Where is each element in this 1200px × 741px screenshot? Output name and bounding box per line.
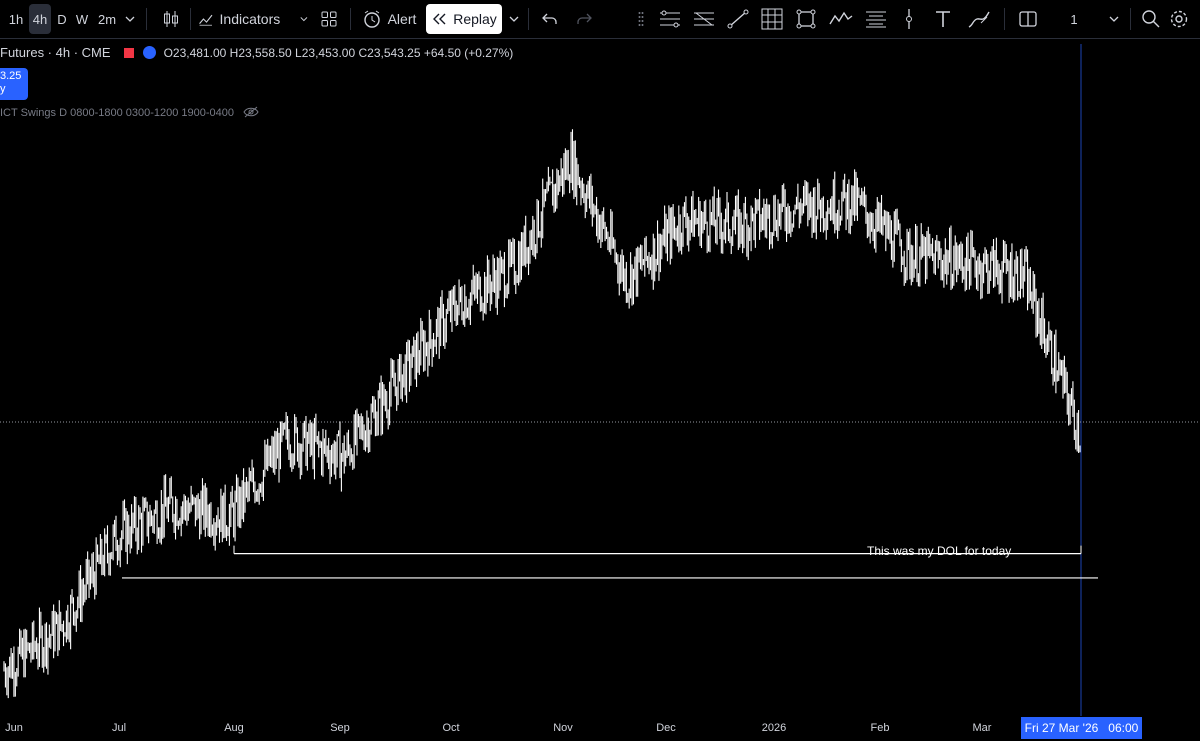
replay-badge-icon [143, 46, 157, 59]
timeframe-4h[interactable]: 4h [29, 4, 51, 34]
time-axis-label: 2026 [761, 722, 787, 734]
search-icon [1142, 10, 1160, 28]
pen-icon [968, 11, 990, 28]
time-axis-label: Nov [553, 722, 573, 734]
indicators-label: Indicators [219, 11, 281, 27]
time-axis-label: Jun [5, 722, 23, 734]
text-tool-button[interactable] [930, 4, 956, 34]
rewind-icon [433, 13, 446, 25]
time-axis-label: Mar [972, 722, 992, 734]
high-label: H [229, 46, 239, 60]
time-axis-label: Jul [111, 722, 127, 734]
price-chart[interactable] [0, 39, 1200, 741]
trend-line-button[interactable] [724, 4, 752, 34]
open-value: 23,481.00 [172, 46, 227, 60]
zigzag-icon [829, 11, 853, 25]
timeframe-2m-label: 2m [97, 11, 117, 27]
indicator-name: ICT Swings D 0800-1800 0300-1200 1900-04… [0, 107, 235, 119]
price-tag-sub: y [0, 83, 6, 95]
change-value: +64.50 (+0.27%) [423, 46, 514, 60]
crosshair-date-label: Fri 27 Mar '26 06:00 [1021, 717, 1142, 739]
low-value: 23,453.00 [301, 46, 356, 60]
undo-button[interactable] [538, 4, 562, 34]
symbol-name: Futures · 4h · CME [0, 45, 111, 60]
settings-button[interactable] [1166, 4, 1192, 34]
split-layout-icon [1019, 11, 1037, 27]
top-toolbar: 1h 4h D W 2m Indicators Alert Replay 1 [0, 0, 1200, 39]
trend-line-icon [727, 9, 749, 29]
fib-retracement-icon [660, 10, 680, 28]
timeframe-2m[interactable]: 2m [94, 4, 120, 34]
rectangle-tool-button[interactable] [792, 4, 820, 34]
draw-tool-button[interactable] [964, 4, 994, 34]
timeframe-d-label: D [57, 11, 67, 27]
high-value: 23,558.50 [238, 46, 292, 60]
chevron-down-icon [300, 17, 308, 22]
timeframe-4h-label: 4h [32, 11, 48, 27]
price-tag: 3.25 y [0, 68, 28, 100]
timeframe-w[interactable]: W [72, 4, 92, 34]
table-grid-icon [761, 8, 783, 30]
layout-count-label: 1 [1070, 11, 1078, 27]
open-label: O [163, 46, 173, 60]
indicator-legend[interactable]: ICT Swings D 0800-1800 0300-1200 1900-04… [0, 106, 259, 119]
chevron-down-icon [509, 16, 519, 22]
lines-icon [866, 11, 886, 28]
layout-count[interactable]: 1 [1062, 4, 1086, 34]
gear-icon [1170, 10, 1188, 28]
alert-button[interactable]: Alert [358, 4, 420, 34]
text-icon [936, 11, 950, 27]
brush-tool-button[interactable] [826, 4, 856, 34]
low-label: L [295, 46, 302, 60]
close-label: C [358, 46, 368, 60]
chevron-down-icon [125, 16, 135, 22]
alert-label: Alert [387, 11, 417, 27]
pattern-tool-button[interactable] [690, 4, 718, 34]
fib-tool-button[interactable] [656, 4, 684, 34]
eye-hidden-icon[interactable] [243, 106, 259, 118]
undo-icon [542, 13, 557, 24]
redo-icon [577, 13, 592, 24]
timeframe-w-label: W [75, 11, 89, 27]
quick-search-button[interactable] [1138, 4, 1164, 34]
layout-dropdown[interactable] [1106, 4, 1122, 34]
layout-button[interactable] [1014, 4, 1042, 34]
replay-label: Replay [453, 11, 497, 27]
redo-button[interactable] [572, 4, 596, 34]
templates-button[interactable] [316, 4, 342, 34]
chevron-down-icon [1109, 16, 1119, 22]
time-axis-label: Oct [442, 722, 460, 734]
gann-box-icon [694, 12, 714, 26]
measure-tool-button[interactable] [862, 4, 890, 34]
long-position-button[interactable] [898, 4, 920, 34]
chart-type-button[interactable] [156, 4, 186, 34]
drag-handle[interactable] [634, 4, 648, 34]
vertical-line-icon [906, 9, 912, 29]
time-axis-label: Feb [870, 722, 890, 734]
dol-annotation: This was my DOL for today [867, 544, 1012, 558]
timeframe-d[interactable]: D [53, 4, 71, 34]
grid-tool-button[interactable] [758, 4, 786, 34]
replay-dropdown[interactable] [506, 4, 522, 34]
time-axis-label: Dec [656, 722, 676, 734]
alarm-clock-icon [363, 10, 380, 28]
rectangle-icon [796, 9, 816, 29]
symbol-legend: Futures · 4h · CME O23,481.00 H23,558.50… [0, 45, 513, 60]
candles-icon [164, 11, 178, 27]
timeframe-1h[interactable]: 1h [4, 4, 28, 34]
timeframe-1h-label: 1h [8, 11, 24, 27]
grid-icon [321, 11, 337, 27]
time-axis-label: Aug [224, 722, 244, 734]
time-axis-label: Sep [330, 722, 350, 734]
indicators-button[interactable]: Indicators [198, 4, 308, 34]
replay-button[interactable]: Replay [426, 4, 502, 34]
symbol-flag-icon [123, 48, 134, 58]
indicators-icon [199, 14, 213, 26]
price-tag-value: 3.25 [0, 70, 22, 82]
timeframe-dropdown[interactable] [122, 4, 138, 34]
drag-dots-icon [638, 12, 644, 26]
close-value: 23,543.25 [367, 46, 421, 60]
